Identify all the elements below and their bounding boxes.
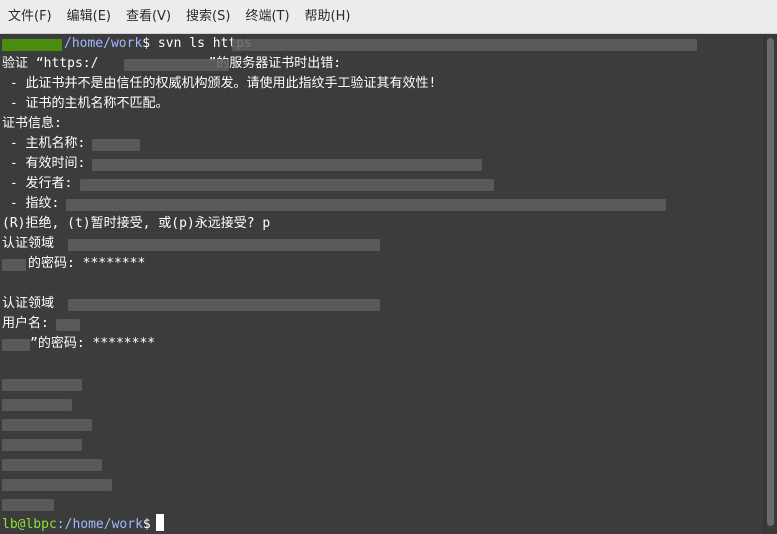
redacted-valid <box>92 159 482 171</box>
terminal-output[interactable]: /home/work$ svn ls https 验证 “https:/”的服务… <box>0 34 765 534</box>
cert-valid: - 有效时间: <box>2 156 86 171</box>
redacted-issuer <box>80 179 494 191</box>
redacted-host <box>92 139 140 151</box>
redacted-realm-1 <box>68 239 380 251</box>
redacted-list-item <box>2 439 82 451</box>
menu-search[interactable]: 搜索(S) <box>178 0 237 33</box>
menu-file[interactable]: 文件(F) <box>0 0 59 33</box>
menu-edit[interactable]: 编辑(E) <box>59 0 118 33</box>
cursor <box>155 514 164 531</box>
scrollbar[interactable] <box>764 34 777 534</box>
redacted-list-item <box>2 419 92 431</box>
cert-host: - 主机名称: <box>2 136 86 151</box>
redacted-username <box>56 319 80 331</box>
redacted-list-item <box>2 499 54 511</box>
menu-bar: 文件(F) 编辑(E) 查看(V) 搜索(S) 终端(T) 帮助(H) <box>0 0 777 34</box>
prompt-user: lb@lbpc <box>2 517 57 532</box>
menu-view[interactable]: 查看(V) <box>118 0 178 33</box>
verify-prefix: 验证 “https:/ <box>2 56 99 71</box>
redacted-fingerprint <box>66 199 666 211</box>
password-line-1: 的密码: ******** <box>28 256 146 271</box>
password-line-2: ”的密码: ******** <box>30 336 156 351</box>
redacted-url <box>232 39 697 51</box>
final-prompt[interactable]: lb@lbpc:/home/work$ <box>2 514 164 534</box>
command-path: /home/work <box>64 36 143 51</box>
menu-help[interactable]: 帮助(H) <box>297 0 358 33</box>
error-hostname: - 证书的主机名称不匹配。 <box>2 96 169 111</box>
prompt-dollar: $ <box>142 517 151 532</box>
redacted-realm-2 <box>68 299 380 311</box>
redacted-list-item <box>2 479 112 491</box>
command-line: /home/work$ svn ls https <box>64 34 252 54</box>
redacted-username-2 <box>2 339 30 351</box>
prompt-path: :/home/work <box>56 517 143 532</box>
cert-issuer: - 发行者: <box>2 176 73 191</box>
cert-info-heading: 证书信息: <box>2 116 62 131</box>
redacted-list-item <box>2 399 72 411</box>
redacted-server <box>124 59 229 71</box>
redacted-list-item <box>2 379 82 391</box>
username-line: 用户名: <box>2 316 49 331</box>
realm-line-1: 认证领域 <box>2 236 55 251</box>
error-untrusted: - 此证书并不是由信任的权威机构颁发。请使用此指纹手工验证其有效性! <box>2 76 437 91</box>
redacted-user-prompt <box>2 39 62 51</box>
menu-terminal[interactable]: 终端(T) <box>237 0 296 33</box>
cert-fingerprint: - 指纹: <box>2 196 60 211</box>
redacted-username-1 <box>2 259 26 271</box>
terminal-window: 文件(F) 编辑(E) 查看(V) 搜索(S) 终端(T) 帮助(H) /hom… <box>0 0 777 534</box>
redacted-list-item <box>2 459 102 471</box>
accept-prompt: (R)拒绝, (t)暂时接受, 或(p)永远接受? p <box>2 216 271 231</box>
scrollbar-thumb[interactable] <box>767 38 774 526</box>
realm-line-2: 认证领域 <box>2 296 55 311</box>
